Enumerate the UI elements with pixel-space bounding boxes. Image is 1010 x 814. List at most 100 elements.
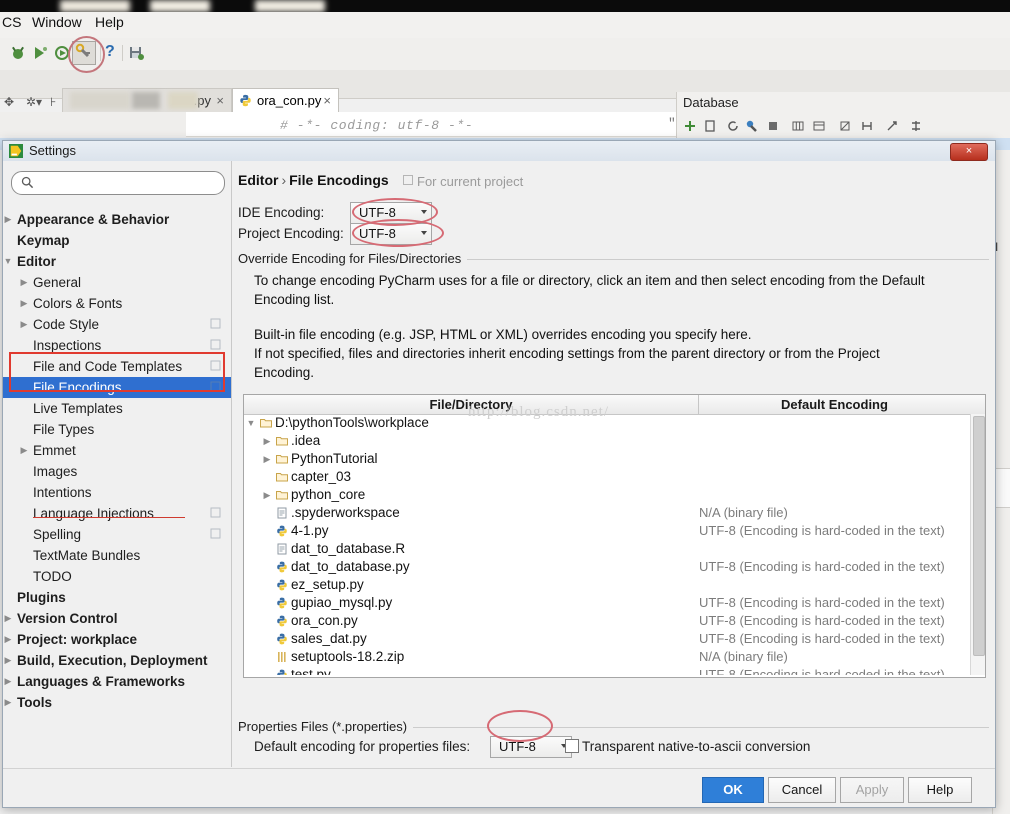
console-icon[interactable]: [812, 119, 826, 133]
sidebar-item-editor[interactable]: ▼ Editor: [3, 251, 231, 272]
sidebar-item-emmet[interactable]: ▶ Emmet: [3, 440, 231, 461]
search-input[interactable]: [38, 174, 220, 194]
sidebar-item-images[interactable]: Images: [3, 461, 231, 482]
breadcrumb-parent[interactable]: Editor: [238, 172, 278, 188]
sidebar-item-general[interactable]: ▶ General: [3, 272, 231, 293]
override-desc-line-4: If not specified, files and directories …: [254, 346, 880, 361]
stop-icon[interactable]: [766, 119, 780, 133]
sidebar-item-inspections[interactable]: Inspections: [3, 335, 231, 356]
diagram-icon[interactable]: [838, 119, 852, 133]
table-row[interactable]: dat_to_database.R: [244, 540, 970, 558]
table-row[interactable]: gupiao_mysql.py UTF-8 (Encoding is hard-c…: [244, 594, 970, 612]
gear-dropdown-icon[interactable]: ✲▾: [26, 95, 42, 109]
chevron-right-icon[interactable]: ▶: [3, 671, 13, 692]
dialog-close-button[interactable]: ×: [950, 143, 988, 161]
sidebar-item-todo[interactable]: TODO: [3, 566, 231, 587]
sidebar-item-language-injections[interactable]: Language Injections: [3, 503, 231, 524]
save-all-icon[interactable]: [127, 44, 145, 62]
chevron-right-icon[interactable]: ▶: [3, 629, 13, 650]
sidebar-item-colors-fonts[interactable]: ▶ Colors & Fonts: [3, 293, 231, 314]
chevron-right-icon[interactable]: ▶: [3, 209, 13, 230]
menu-cs[interactable]: CS: [2, 14, 21, 30]
search-box[interactable]: [11, 171, 225, 195]
close-icon[interactable]: ×: [323, 89, 331, 113]
sync-icon[interactable]: ✥: [4, 95, 14, 109]
table-row[interactable]: ▶ python_core: [244, 486, 970, 504]
project-encoding-combo[interactable]: UTF-8: [350, 223, 432, 245]
table-vertical-scrollbar[interactable]: [970, 414, 985, 675]
table-row[interactable]: test.py UTF-8 (Encoding is hard-coded in …: [244, 666, 970, 675]
menu-help[interactable]: Help: [95, 14, 124, 30]
table-row[interactable]: ez_setup.py: [244, 576, 970, 594]
chevron-right-icon[interactable]: ▶: [19, 314, 29, 335]
chevron-right-icon[interactable]: ▶: [3, 650, 13, 671]
sidebar-item-spelling[interactable]: Spelling: [3, 524, 231, 545]
chevron-right-icon[interactable]: ▶: [3, 692, 13, 713]
expand-icon[interactable]: [885, 119, 899, 133]
table-row[interactable]: 4-1.py UTF-8 (Encoding is hard-coded in t…: [244, 522, 970, 540]
chevron-right-icon[interactable]: ▶: [19, 272, 29, 293]
debug-icon[interactable]: [31, 44, 49, 62]
table-row[interactable]: dat_to_database.py UTF-8 (Encoding is har…: [244, 558, 970, 576]
fold-marker: ": [668, 116, 676, 131]
column-header-default-encoding[interactable]: Default Encoding: [699, 397, 970, 412]
sidebar-item-build-execution-deployment[interactable]: ▶ Build, Execution, Deployment: [3, 650, 231, 671]
sidebar-item-textmate-bundles[interactable]: TextMate Bundles: [3, 545, 231, 566]
sidebar-item-file-and-code-templates[interactable]: File and Code Templates: [3, 356, 231, 377]
table-icon[interactable]: [791, 119, 805, 133]
table-row[interactable]: ora_con.py UTF-8 (Encoding is hard-coded …: [244, 612, 970, 630]
chevron-right-icon[interactable]: ▶: [262, 486, 272, 504]
sidebar-item-keymap[interactable]: Keymap: [3, 230, 231, 251]
chevron-down-icon[interactable]: ▼: [3, 251, 13, 272]
help-icon[interactable]: ?: [105, 43, 115, 61]
sidebar-item-languages-frameworks[interactable]: ▶ Languages & Frameworks: [3, 671, 231, 692]
chevron-down-icon[interactable]: ▼: [246, 414, 256, 432]
ide-encoding-combo[interactable]: UTF-8: [350, 202, 432, 224]
sidebar-item-project-workplace[interactable]: ▶ Project: workplace: [3, 629, 231, 650]
copy-icon[interactable]: [703, 119, 717, 133]
settings-icon[interactable]: [74, 43, 92, 61]
chevron-right-icon[interactable]: ▶: [19, 293, 29, 314]
table-row[interactable]: sales_dat.py UTF-8 (Encoding is hard-code…: [244, 630, 970, 648]
scrollbar-thumb[interactable]: [973, 416, 985, 656]
table-row[interactable]: ▶ PythonTutorial: [244, 450, 970, 468]
run-with-coverage-icon[interactable]: [53, 44, 71, 62]
table-row[interactable]: ▶ .idea: [244, 432, 970, 450]
chevron-right-icon[interactable]: ▶: [262, 432, 272, 450]
table-row[interactable]: capter_03: [244, 468, 970, 486]
sidebar-item-version-control[interactable]: ▶ Version Control: [3, 608, 231, 629]
editor-tab-active[interactable]: ora_con.py ×: [232, 88, 339, 114]
file-name: python_core: [291, 487, 366, 502]
chevron-right-icon[interactable]: ▶: [3, 608, 13, 629]
filter-icon[interactable]: [909, 119, 923, 133]
sidebar-item-appearance-behavior[interactable]: ▶ Appearance & Behavior: [3, 209, 231, 230]
run-icon[interactable]: [744, 119, 758, 133]
properties-encoding-combo[interactable]: UTF-8: [490, 736, 572, 758]
sidebar-item-intentions[interactable]: Intentions: [3, 482, 231, 503]
sidebar-item-tools[interactable]: ▶ Tools: [3, 692, 231, 713]
menu-window[interactable]: Window: [32, 14, 82, 30]
close-icon[interactable]: ×: [216, 89, 224, 113]
sidebar-item-code-style[interactable]: ▶ Code Style: [3, 314, 231, 335]
refresh-icon[interactable]: [726, 119, 740, 133]
collapse-icon[interactable]: ⊦: [50, 95, 56, 109]
sidebar-item-label: Version Control: [17, 611, 118, 626]
apply-button[interactable]: Apply: [840, 777, 904, 803]
sidebar-item-live-templates[interactable]: Live Templates: [3, 398, 231, 419]
help-button[interactable]: Help: [908, 777, 972, 803]
sidebar-item-file-encodings[interactable]: File Encodings: [3, 377, 231, 398]
add-icon[interactable]: [683, 119, 697, 133]
ok-button[interactable]: OK: [702, 777, 764, 803]
table-row[interactable]: setuptools-18.2.zip N/A (binary file): [244, 648, 970, 666]
file-encoding-table: File/Directory Default Encoding ▼ D:\pyth…: [243, 394, 986, 678]
sidebar-item-file-types[interactable]: File Types: [3, 419, 231, 440]
sync-db-icon[interactable]: [860, 119, 874, 133]
cancel-button[interactable]: Cancel: [768, 777, 836, 803]
run-debug-icon[interactable]: [9, 44, 27, 62]
chevron-right-icon[interactable]: ▶: [262, 450, 272, 468]
sidebar-item-plugins[interactable]: Plugins: [3, 587, 231, 608]
project-settings-icon: [210, 318, 221, 329]
table-row[interactable]: .spyderworkspace N/A (binary file): [244, 504, 970, 522]
chevron-right-icon[interactable]: ▶: [19, 440, 29, 461]
transparent-conversion-checkbox[interactable]: [565, 739, 579, 753]
